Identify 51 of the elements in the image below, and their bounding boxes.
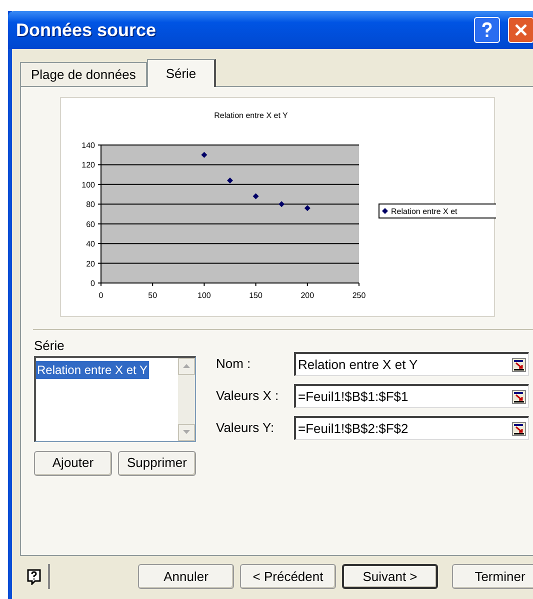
field-label: Valeurs X : [216, 387, 280, 406]
tab[interactable]: Plage de données [20, 62, 147, 86]
data-point [227, 177, 233, 184]
y-tick-label: 140 [82, 141, 95, 150]
footer-button[interactable]: Terminer [452, 564, 533, 589]
scroll-up-button[interactable] [178, 358, 195, 374]
legend-label: Relation entre X et [391, 207, 458, 216]
y-tick-label: 80 [86, 200, 95, 210]
x-tick-label: 0 [98, 291, 104, 300]
x-tick-label: 250 [352, 291, 366, 300]
series-list-item[interactable]: Relation entre X et Y [36, 360, 149, 378]
data-point [252, 193, 259, 200]
field-label: Nom : [216, 355, 252, 374]
y-tick-label: 120 [82, 160, 95, 170]
x-tick-label: 50 [148, 291, 158, 300]
y-tick-label: 100 [82, 180, 95, 190]
range-picker-icon[interactable] [512, 358, 526, 372]
input-field[interactable]: =Feuil1!$B$1:$F$1 [294, 384, 529, 408]
y-tick-label: 0 [90, 279, 95, 288]
y-tick-label: 20 [86, 259, 95, 268]
footer-button[interactable]: Annuler [138, 564, 234, 589]
field-label: Valeurs Y: [216, 419, 276, 438]
up-arrow-icon [183, 364, 190, 368]
tab[interactable]: Série [146, 59, 216, 87]
series-action-button[interactable]: Ajouter [34, 450, 112, 476]
question-mark-icon [482, 22, 492, 38]
series-listbox[interactable]: Relation entre X et Y [34, 356, 196, 442]
down-arrow-icon [183, 430, 190, 434]
window-title: Données source [16, 18, 158, 42]
close-icon [514, 23, 528, 37]
x-tick-label: 100 [198, 291, 211, 300]
x-tick-label: 200 [300, 291, 314, 300]
series-label: Série [34, 337, 66, 355]
close-button[interactable] [508, 17, 533, 43]
data-point [201, 152, 208, 158]
footer-button[interactable]: < Précédent [240, 564, 336, 589]
input-field[interactable]: =Feuil1!$B$2:$F$2 [294, 416, 529, 440]
chart-title: Relation entre X et Y [214, 111, 288, 120]
x-tick-label: 150 [249, 291, 262, 300]
y-tick-label: 60 [86, 220, 95, 229]
range-picker-icon[interactable] [512, 390, 526, 404]
y-tick-label: 40 [86, 240, 95, 249]
legend-marker [382, 208, 388, 214]
series-action-button[interactable]: Supprimer [118, 450, 196, 476]
help-icon [26, 568, 42, 584]
input-field[interactable]: Relation entre X et Y [294, 352, 529, 376]
data-point [278, 201, 285, 208]
range-picker-icon[interactable] [512, 422, 526, 436]
scrollbar[interactable] [178, 358, 195, 440]
data-point [304, 205, 310, 212]
footer-button[interactable]: Suivant > [342, 564, 438, 589]
